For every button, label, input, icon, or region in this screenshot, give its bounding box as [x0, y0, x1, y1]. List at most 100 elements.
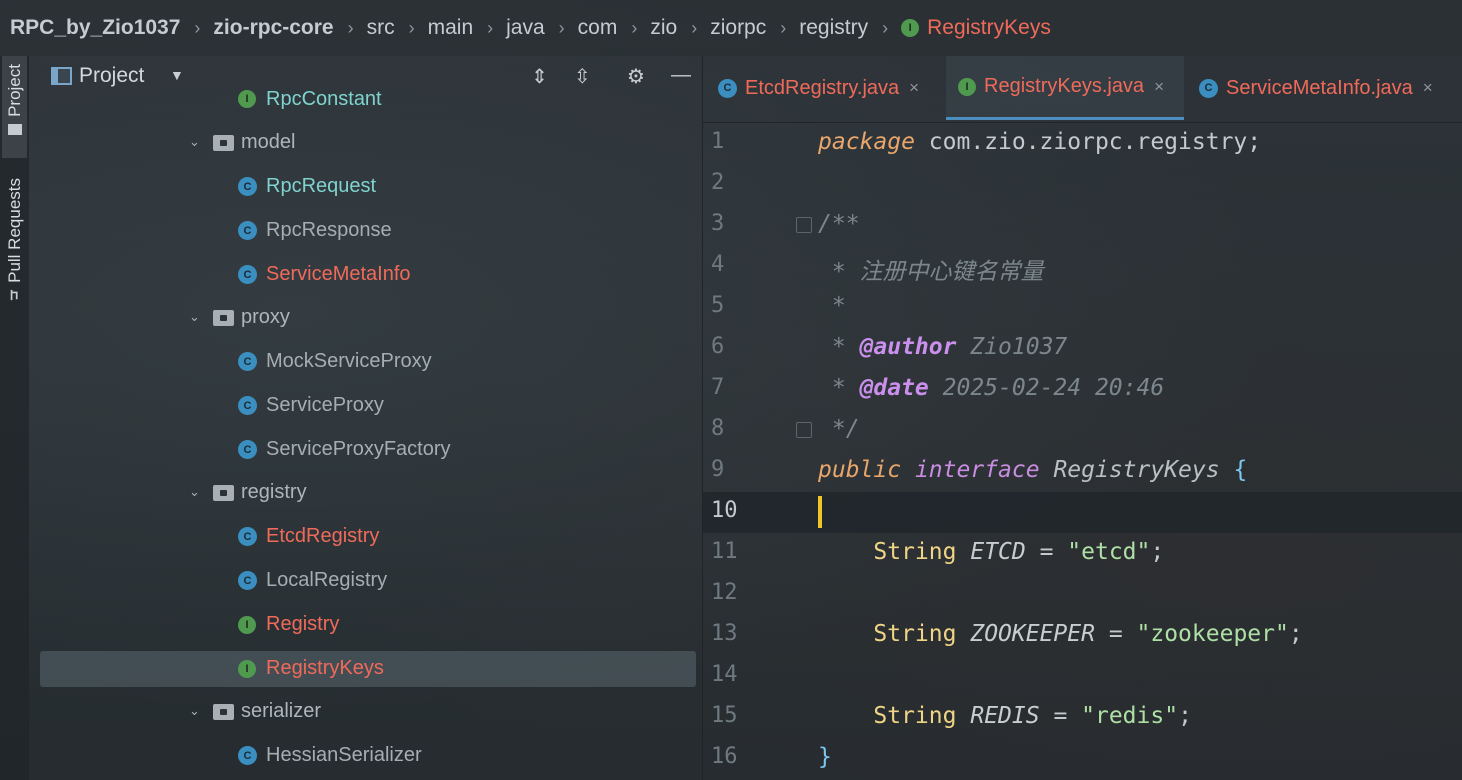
keyword: interface	[914, 457, 1040, 483]
tree-item-registry[interactable]: I Registry	[29, 605, 702, 645]
breadcrumb-zio[interactable]: zio	[650, 16, 677, 40]
tree-item-hessianserializer[interactable]: C HessianSerializer	[29, 736, 702, 776]
interface-icon: I	[238, 660, 256, 678]
comment-star: *	[818, 375, 860, 401]
tree-item-label: LocalRegistry	[266, 569, 388, 591]
tree-package-label: proxy	[241, 306, 290, 328]
code-text: package com.zio.ziorpc.registry;	[818, 129, 1261, 155]
tree-package-serializer[interactable]: ⌄ serializer	[29, 692, 702, 732]
breadcrumb-java[interactable]: java	[506, 16, 545, 40]
interface-icon: I	[901, 19, 920, 37]
class-icon: C	[718, 78, 737, 98]
javadoc-tag: @author	[859, 334, 957, 360]
interface-icon: I	[238, 616, 256, 634]
code-line: 9 public interface RegistryKeys {	[703, 451, 1462, 492]
line-number: 9	[711, 457, 725, 482]
breadcrumb-current[interactable]: I RegistryKeys	[901, 16, 1051, 40]
folder-icon	[7, 123, 22, 135]
tree-item-label: RegistryKeys	[266, 657, 384, 679]
code-text: String ZOOKEEPER = "zookeeper";	[818, 621, 1303, 647]
fold-icon[interactable]	[796, 217, 812, 233]
keyword: package	[818, 129, 915, 155]
close-icon[interactable]: ×	[1423, 78, 1433, 98]
tree-item-label: HessianSerializer	[266, 744, 422, 766]
tree-item-rpcrequest[interactable]: C RpcRequest	[29, 167, 702, 207]
breadcrumb: RPC_by_Zio1037 › zio-rpc-core › src › ma…	[0, 0, 1462, 56]
tree-item-rpcconstant[interactable]: I RpcConstant	[29, 80, 702, 120]
tab-servicemetainfo[interactable]: C ServiceMetaInfo.java ×	[1199, 56, 1461, 120]
interface-icon: I	[238, 90, 256, 108]
type-name: String	[873, 703, 957, 729]
close-icon[interactable]: ×	[909, 78, 919, 98]
breadcrumb-project[interactable]: RPC_by_Zio1037	[10, 16, 180, 40]
tree-item-serviceproxy[interactable]: C ServiceProxy	[29, 386, 702, 426]
breadcrumb-main[interactable]: main	[428, 16, 474, 40]
tree-item-label: ServiceProxyFactory	[266, 438, 451, 460]
code-text: public interface RegistryKeys {	[818, 457, 1247, 483]
tree-item-rpcresponse[interactable]: C RpcResponse	[29, 211, 702, 251]
code-line: 13 String ZOOKEEPER = "zookeeper";	[703, 615, 1462, 656]
breadcrumb-module[interactable]: zio-rpc-core	[213, 16, 333, 40]
class-icon: C	[1199, 78, 1218, 98]
pull-request-icon	[10, 289, 18, 301]
breadcrumb-ziorpc[interactable]: ziorpc	[710, 16, 766, 40]
comment: */	[818, 416, 860, 442]
tree-item-localregistry[interactable]: C LocalRegistry	[29, 561, 702, 601]
code-line: 3 /**	[703, 205, 1462, 246]
comment-star: *	[818, 334, 860, 360]
chevron-down-icon[interactable]: ⌄	[189, 703, 200, 719]
chevron-right-icon: ›	[882, 17, 889, 38]
close-icon[interactable]: ×	[1154, 77, 1164, 97]
tab-etcdregistry[interactable]: C EtcdRegistry.java ×	[718, 56, 944, 120]
breadcrumb-current-label: RegistryKeys	[927, 16, 1051, 39]
type-name: String	[873, 539, 957, 565]
package-name: com.zio.ziorpc.registry;	[914, 129, 1262, 155]
tree-package-proxy[interactable]: ⌄ proxy	[29, 298, 702, 338]
tab-registrykeys[interactable]: I RegistryKeys.java ×	[946, 56, 1184, 120]
chevron-right-icon: ›	[691, 17, 698, 38]
chevron-right-icon: ›	[631, 17, 638, 38]
tree-item-etcdregistry[interactable]: C EtcdRegistry	[29, 517, 702, 557]
chevron-right-icon: ›	[408, 17, 415, 38]
semicolon: ;	[1288, 621, 1303, 647]
project-tool-tab[interactable]: Project	[2, 56, 27, 158]
tree-item-mockserviceproxy[interactable]: C MockServiceProxy	[29, 342, 702, 382]
class-icon: C	[238, 221, 257, 240]
brace: {	[1233, 457, 1248, 483]
chevron-down-icon[interactable]: ⌄	[189, 484, 200, 500]
tree-package-registry[interactable]: ⌄ registry	[29, 473, 702, 513]
tree-item-label: Registry	[266, 613, 340, 635]
chevron-right-icon: ›	[487, 17, 494, 38]
package-folder-icon	[213, 310, 234, 326]
tab-label: RegistryKeys.java	[984, 75, 1145, 97]
code-area[interactable]: 1 package com.zio.ziorpc.registry; 2 3 /…	[703, 123, 1462, 780]
tree-package-label: serializer	[241, 700, 322, 722]
tree-item-servicemetainfo[interactable]: C ServiceMetaInfo	[29, 255, 702, 295]
chevron-down-icon[interactable]: ⌄	[189, 309, 200, 325]
tab-label: EtcdRegistry.java	[745, 76, 900, 99]
javadoc-tag: @date	[859, 375, 929, 401]
tree-item-registrykeys[interactable]: I RegistryKeys	[40, 651, 696, 687]
fold-icon[interactable]	[796, 422, 812, 438]
tree-item-label: RpcConstant	[266, 88, 382, 110]
string-literal: "zookeeper"	[1136, 621, 1289, 647]
pull-requests-tool-tab[interactable]: Pull Requests	[2, 178, 27, 323]
breadcrumb-com[interactable]: com	[578, 16, 618, 40]
operator: =	[1039, 703, 1082, 729]
code-editor: C EtcdRegistry.java × I RegistryKeys.jav…	[702, 56, 1462, 780]
breadcrumb-registry[interactable]: registry	[799, 16, 868, 40]
chevron-right-icon: ›	[558, 17, 565, 38]
editor-tabs: C EtcdRegistry.java × I RegistryKeys.jav…	[703, 56, 1462, 122]
semicolon: ;	[1150, 539, 1165, 565]
type-name: String	[873, 621, 957, 647]
tree-package-model[interactable]: ⌄ model	[29, 123, 702, 163]
code-line: 14	[703, 656, 1462, 697]
tree-item-serviceproxyfactory[interactable]: C ServiceProxyFactory	[29, 430, 702, 470]
chevron-down-icon[interactable]: ⌄	[189, 134, 200, 150]
line-number: 3	[711, 211, 725, 236]
code-line: 6 * @author Zio1037	[703, 328, 1462, 369]
javadoc-value: 2025-02-24 20:46	[928, 375, 1165, 401]
breadcrumb-src[interactable]: src	[367, 16, 395, 40]
chevron-right-icon: ›	[780, 17, 787, 38]
constant-name: REDIS	[970, 703, 1040, 729]
